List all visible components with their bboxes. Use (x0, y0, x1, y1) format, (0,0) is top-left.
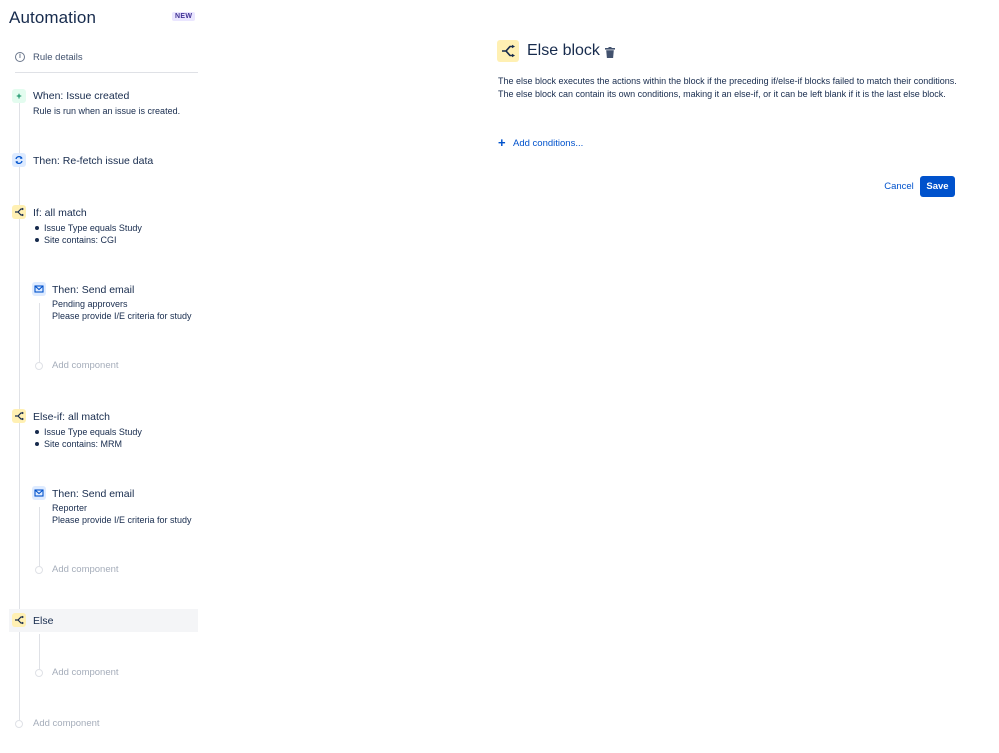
cancel-button[interactable]: Cancel (879, 176, 919, 197)
panel-description: The else block executes the actions with… (498, 76, 957, 99)
condition-item: Site contains: CGI (34, 234, 142, 246)
refetch-title: Then: Re-fetch issue data (33, 155, 154, 167)
condition-item: Site contains: MRM (34, 438, 142, 450)
add-component-dot-icon (35, 669, 43, 677)
else-if-email-recipient: Reporter (52, 503, 88, 513)
else-if-send-email-step[interactable]: Then: Send email Reporter Please provide… (32, 486, 198, 528)
add-component-label: Add component (52, 564, 119, 575)
if-conditions-list: Issue Type equals Study Site contains: C… (34, 222, 142, 246)
else-if-block-title: Else-if: all match (33, 411, 111, 423)
add-component-label: Add component (33, 718, 100, 729)
if-email-title: Then: Send email (52, 284, 135, 296)
else-if-email-title: Then: Send email (52, 488, 135, 500)
panel-title: Else block (527, 42, 600, 59)
if-email-recipient: Pending approvers (52, 299, 128, 309)
save-button[interactable]: Save (920, 176, 955, 197)
else-block-title: Else (33, 615, 54, 627)
refetch-step[interactable]: Then: Re-fetch issue data (12, 153, 198, 171)
add-conditions-label: Add conditions... (513, 138, 584, 149)
else-if-email-subject: Please provide I/E criteria for study (52, 515, 192, 525)
add-component-dot-icon (35, 362, 43, 370)
new-badge: NEW (172, 12, 196, 21)
add-component-label: Add component (52, 667, 119, 678)
refresh-icon (12, 153, 26, 167)
if-add-component[interactable]: Add component (35, 360, 155, 372)
rule-sidebar: Automation NEW i Rule details + When: Is… (0, 0, 210, 753)
else-add-component[interactable]: Add component (35, 667, 155, 679)
rule-details-link[interactable]: i Rule details (15, 51, 198, 73)
branch-icon (12, 613, 26, 627)
if-block-step[interactable]: If: all match Issue Type equals Study Si… (12, 205, 198, 245)
app-title: Automation (9, 8, 96, 27)
if-email-subject: Please provide I/E criteria for study (52, 311, 192, 321)
plus-icon: + (498, 135, 506, 150)
else-if-block-step[interactable]: Else-if: all match Issue Type equals Stu… (12, 409, 198, 449)
add-component-label: Add component (52, 360, 119, 371)
add-component-dot-icon (35, 566, 43, 574)
else-block-step[interactable]: Else (9, 609, 198, 632)
plus-icon: + (12, 89, 26, 103)
else-if-add-component[interactable]: Add component (35, 564, 155, 576)
root-add-component[interactable]: Add component (15, 718, 135, 730)
branch-icon (497, 40, 519, 62)
sidebar-header: Automation NEW (9, 8, 199, 30)
else-branch-rail (39, 634, 40, 670)
mail-icon (32, 282, 46, 296)
if-send-email-step[interactable]: Then: Send email Pending approvers Pleas… (32, 282, 198, 324)
mail-icon (32, 486, 46, 500)
else-if-conditions-list: Issue Type equals Study Site contains: M… (34, 426, 142, 450)
add-component-dot-icon (15, 720, 23, 728)
trigger-step[interactable]: + When: Issue created Rule is run when a… (12, 89, 198, 121)
branch-icon (12, 409, 26, 423)
trigger-subtitle: Rule is run when an issue is created. (33, 106, 181, 116)
branch-icon (12, 205, 26, 219)
info-icon: i (15, 52, 25, 62)
trigger-title: When: Issue created (33, 90, 130, 102)
if-block-title: If: all match (33, 207, 87, 219)
rule-details-label: Rule details (33, 52, 83, 63)
trash-icon[interactable] (605, 45, 615, 58)
condition-item: Issue Type equals Study (34, 426, 142, 438)
condition-item: Issue Type equals Study (34, 222, 142, 234)
